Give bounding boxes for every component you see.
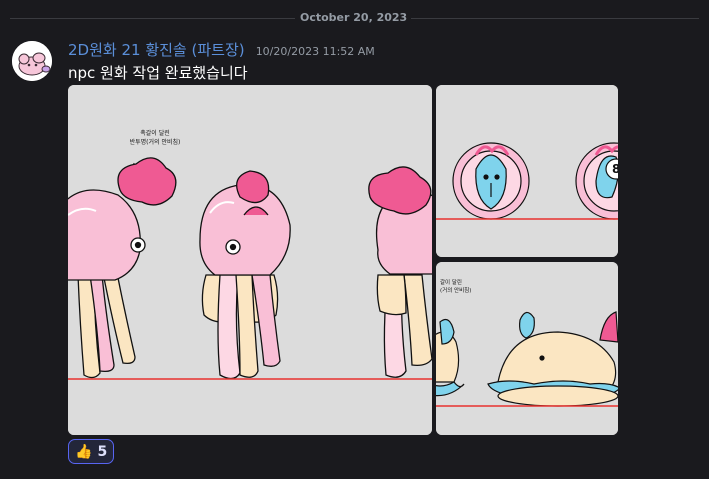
br-annotation-line-2: (거의 안비침): [440, 286, 471, 294]
reaction-thumbs-up[interactable]: 👍 5: [68, 439, 115, 464]
divider-date: October 20, 2023: [300, 11, 408, 24]
br-annotation-line-1: 갈이 달린: [440, 278, 462, 286]
avatar[interactable]: [12, 41, 52, 81]
divider-line-left: [10, 18, 295, 19]
jellyfish-illustration: 촉갈이 달린 반투명(거의 안비침): [68, 85, 432, 435]
attachment-image-portraits[interactable]: 8: [436, 85, 618, 257]
thumbs-up-icon: 👍: [75, 443, 93, 460]
portraits-illustration: 8: [436, 85, 618, 257]
message-content: npc 원화 작업 완료했습니다: [68, 64, 248, 82]
attachment-image-seaslug[interactable]: 갈이 달린 (거의 안비침): [436, 262, 618, 435]
avatar-illustration: [12, 41, 52, 81]
divider-line-right: [411, 18, 699, 19]
seaslug-illustration: 갈이 달린 (거의 안비침): [436, 262, 618, 435]
date-divider: October 20, 2023: [0, 8, 709, 28]
reaction-count: 5: [97, 443, 108, 460]
attachment-image-jellyfish[interactable]: 촉갈이 달린 반투명(거의 안비침): [68, 85, 432, 435]
annotation-line-2: 반투명(거의 안비침): [130, 138, 181, 146]
message-header: 2D원화 21 황진솔 (파트장) 10/20/2023 11:52 AM: [68, 39, 375, 59]
message-timestamp[interactable]: 10/20/2023 11:52 AM: [256, 45, 375, 58]
annotation-line-1: 촉갈이 달린: [140, 129, 170, 137]
username[interactable]: 2D원화 21 황진솔 (파트장): [68, 41, 245, 59]
svg-text:8: 8: [612, 162, 618, 176]
